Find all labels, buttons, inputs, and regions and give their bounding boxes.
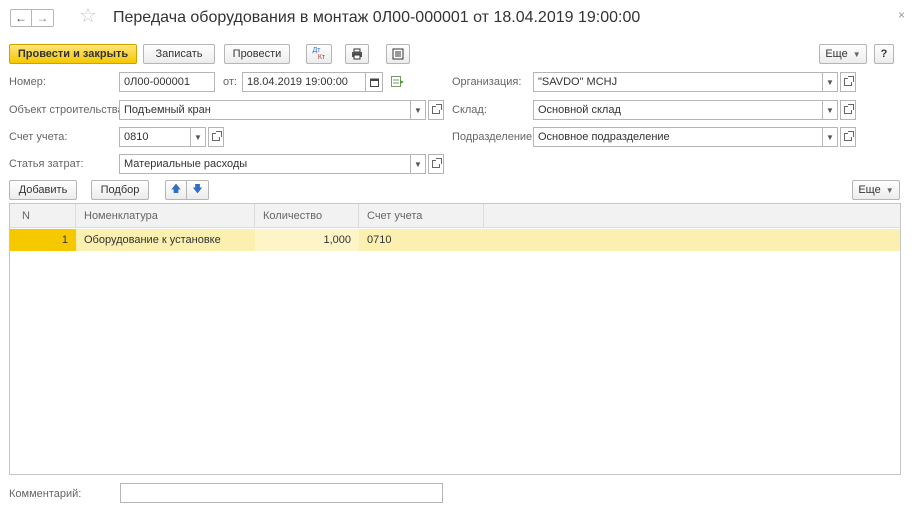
help-button[interactable]: ? (874, 44, 894, 64)
cost-item-open-button[interactable] (428, 154, 444, 174)
structure-button[interactable] (386, 44, 410, 64)
chevron-down-icon: ▼ (414, 159, 422, 169)
table-more-label: Еще (858, 184, 881, 196)
chevron-down-icon: ▼ (826, 132, 834, 142)
comment-field[interactable] (120, 483, 443, 503)
arrow-right-icon: → (36, 11, 49, 25)
chevron-down-icon: ▼ (885, 185, 894, 195)
construction-object-field[interactable]: Подъемный кран (119, 100, 411, 120)
account-label: Счет учета: (9, 131, 68, 143)
construction-object-dropdown-button[interactable]: ▼ (410, 100, 426, 120)
post-button[interactable]: Провести (224, 44, 290, 64)
open-icon (844, 76, 854, 86)
printer-icon (352, 48, 362, 60)
comment-label: Комментарий: (9, 488, 82, 500)
close-icon[interactable]: × (898, 8, 905, 22)
save-button[interactable]: Записать (143, 44, 215, 64)
post-and-close-button[interactable]: Провести и закрыть (9, 44, 137, 64)
account-open-button[interactable] (208, 127, 224, 147)
row-item[interactable]: Оборудование к установке (76, 229, 255, 251)
account-field[interactable]: 0810 (119, 127, 191, 147)
department-dropdown-button[interactable]: ▼ (822, 127, 838, 147)
open-icon (844, 104, 854, 114)
organization-open-button[interactable] (840, 72, 856, 92)
warehouse-dropdown-button[interactable]: ▼ (822, 100, 838, 120)
move-down-button[interactable]: 🡇 (187, 180, 209, 200)
warehouse-label: Склад: (452, 104, 487, 116)
department-field[interactable]: Основное подразделение (533, 127, 823, 147)
account-dropdown-button[interactable]: ▼ (190, 127, 206, 147)
chevron-down-icon: ▼ (194, 132, 202, 142)
open-icon (432, 104, 442, 114)
number-field[interactable]: 0Л00-000001 (119, 72, 215, 92)
equipment-table[interactable]: N Номенклатура Количество Счет учета 1 О… (9, 203, 901, 475)
warehouse-field[interactable]: Основной склад (533, 100, 823, 120)
arrow-left-icon: ← (15, 11, 27, 25)
dt-kt-button[interactable]: Дт Кт (306, 44, 332, 64)
chevron-down-icon: ▼ (414, 105, 422, 115)
construction-object-label: Объект строительства: (9, 104, 127, 116)
arrow-down-icon: 🡇 (192, 183, 203, 195)
department-open-button[interactable] (840, 127, 856, 147)
arrow-up-icon: 🡅 (170, 183, 182, 195)
open-icon (432, 158, 442, 168)
organization-dropdown-button[interactable]: ▼ (822, 72, 838, 92)
chevron-down-icon: ▼ (852, 49, 861, 59)
move-up-button[interactable]: 🡅 (165, 180, 187, 200)
column-header-account[interactable]: Счет учета (359, 204, 484, 228)
organization-field[interactable]: "SAVDO" MCHJ (533, 72, 823, 92)
more-label: Еще (825, 48, 848, 60)
print-button[interactable] (345, 44, 369, 64)
row-account[interactable]: 0710 (359, 229, 484, 251)
column-header-item[interactable]: Номенклатура (76, 204, 255, 228)
cost-item-field[interactable]: Материальные расходы (119, 154, 411, 174)
chevron-down-icon: ▼ (826, 105, 834, 115)
dt-label: Дт (312, 47, 321, 54)
department-label: Подразделение: (452, 131, 536, 143)
table-row[interactable]: 1 Оборудование к установке 1,000 0710 (10, 229, 900, 251)
pick-button[interactable]: Подбор (91, 180, 149, 200)
row-number: 1 (10, 229, 76, 251)
table-more-button[interactable]: Еще ▼ (852, 180, 900, 200)
open-icon (212, 131, 222, 141)
warehouse-open-button[interactable] (840, 100, 856, 120)
window-title: Передача оборудования в монтаж 0Л00-0000… (113, 9, 641, 26)
kt-label: Кт (317, 54, 326, 61)
table-header: N Номенклатура Количество Счет учета (10, 204, 900, 228)
column-header-n[interactable]: N (10, 204, 76, 228)
calendar-icon (369, 78, 379, 87)
construction-object-open-button[interactable] (428, 100, 444, 120)
back-button[interactable]: ← (10, 9, 32, 27)
add-row-button[interactable]: Добавить (9, 180, 77, 200)
cost-item-dropdown-button[interactable]: ▼ (410, 154, 426, 174)
document-link-icon[interactable] (391, 76, 405, 90)
date-field[interactable]: 18.04.2019 19:00:00 (242, 72, 366, 92)
number-label: Номер: (9, 76, 46, 88)
organization-label: Организация: (452, 76, 522, 88)
document-structure-icon (392, 48, 404, 60)
calendar-button[interactable] (365, 72, 383, 92)
chevron-down-icon: ▼ (826, 77, 834, 87)
more-button[interactable]: Еще ▼ (819, 44, 867, 64)
forward-button[interactable]: → (32, 9, 54, 27)
star-icon[interactable]: ☆ (79, 6, 97, 26)
open-icon (844, 131, 854, 141)
column-header-quantity[interactable]: Количество (255, 204, 359, 228)
cost-item-label: Статья затрат: (9, 158, 84, 170)
row-quantity[interactable]: 1,000 (255, 229, 359, 251)
date-label: от: (223, 76, 237, 88)
